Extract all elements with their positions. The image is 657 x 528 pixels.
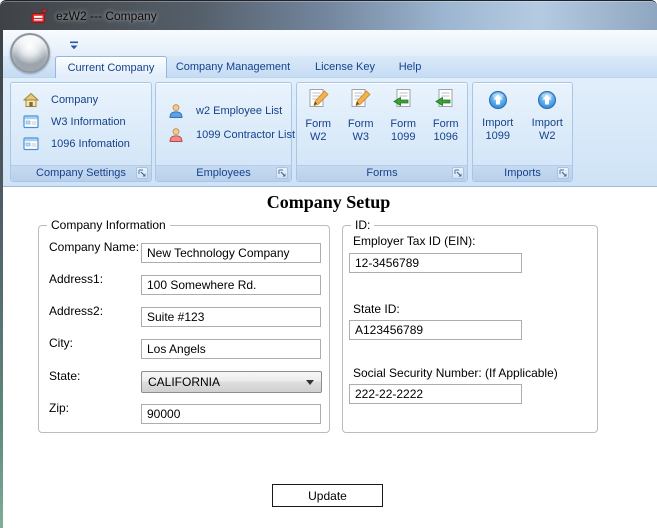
ribbon-button-label: Form 1096 xyxy=(432,118,459,143)
person-red-icon xyxy=(168,127,184,143)
ein-label: Employer Tax ID (EIN): xyxy=(353,234,476,248)
tab-current-company[interactable]: Current Company xyxy=(55,56,167,78)
tab-company-management[interactable]: Company Management xyxy=(172,56,294,78)
ribbon: Current Company Company Management Licen… xyxy=(0,30,657,187)
group-caption-forms: Forms xyxy=(297,165,467,181)
ribbon-button-form-w2[interactable]: Form W2 xyxy=(297,83,340,165)
ribbon-button-import-1099[interactable]: Import 1099 xyxy=(473,83,523,165)
dialog-launcher-icon[interactable] xyxy=(276,167,288,179)
ribbon-item-label: 1099 Contractor List xyxy=(196,129,296,141)
app-window: ezW2 --- Company Current Company Company… xyxy=(0,0,657,528)
group-caption-imports: Imports xyxy=(473,165,572,181)
group-caption-label: Imports xyxy=(504,167,541,179)
state-select[interactable]: CALIFORNIA xyxy=(141,371,322,393)
ssn-input[interactable] xyxy=(349,384,522,404)
ribbon-button-label: Import 1099 xyxy=(482,117,514,142)
city-input[interactable] xyxy=(141,339,321,359)
tab-label: Help xyxy=(398,61,422,73)
group-caption-employees: Employees xyxy=(156,165,291,181)
ribbon-button-form-1099[interactable]: Form 1099 xyxy=(382,83,425,165)
address2-label: Address2: xyxy=(49,304,104,318)
zip-label: Zip: xyxy=(49,401,70,415)
address1-label: Address1: xyxy=(49,272,104,286)
group-company-settings: Company W3 Information 1096 Infomation C… xyxy=(10,82,152,182)
quick-access-dropdown-icon[interactable] xyxy=(68,38,80,50)
group-caption-label: Employees xyxy=(196,167,251,179)
ribbon-button-form-1096[interactable]: Form 1096 xyxy=(425,83,468,165)
ribbon-button-label: Form W3 xyxy=(347,118,374,143)
ribbon-tab-bar: Current Company Company Management Licen… xyxy=(0,56,657,78)
groupbox-legend: ID: xyxy=(351,218,375,232)
application-orb-button[interactable] xyxy=(10,33,50,73)
ribbon-button-label: Import W2 xyxy=(531,117,563,142)
form-edit-icon xyxy=(349,88,372,111)
quick-access-toolbar xyxy=(0,30,657,56)
dialog-launcher-icon[interactable] xyxy=(557,167,569,179)
dialog-launcher-icon[interactable] xyxy=(136,167,148,179)
state-id-input[interactable] xyxy=(349,320,522,340)
app-icon xyxy=(31,8,49,24)
ribbon-button-label: Form 1099 xyxy=(390,118,417,143)
ribbon-item-company[interactable]: Company xyxy=(11,89,151,111)
id-groupbox: ID: Employer Tax ID (EIN): State ID: Soc… xyxy=(342,218,598,433)
window-title: ezW2 --- Company xyxy=(56,9,157,23)
titlebar: ezW2 --- Company xyxy=(0,0,657,30)
person-blue-icon xyxy=(168,103,184,119)
group-employees: w2 Employee List 1099 Contractor List Em… xyxy=(155,82,295,182)
ribbon-item-label: Company xyxy=(51,94,99,106)
import-up-arrow-icon xyxy=(488,90,508,110)
ribbon-item-w2-employee-list[interactable]: w2 Employee List xyxy=(156,99,291,123)
tab-label: Current Company xyxy=(67,62,155,74)
form-edit-icon xyxy=(307,88,330,111)
ribbon-body: Company W3 Information 1096 Infomation C… xyxy=(0,78,657,187)
group-caption-company-settings: Company Settings xyxy=(11,165,151,181)
page-title: Company Setup xyxy=(266,192,391,212)
group-forms: Form W2 Form W3 Form 1099 Form 1096 Form… xyxy=(296,82,468,182)
ssn-label: Social Security Number: (If Applicable) xyxy=(353,366,558,380)
house-icon xyxy=(22,92,40,108)
address1-input[interactable] xyxy=(141,275,321,295)
company-setup-panel: Company Setup Company Information Compan… xyxy=(0,187,657,528)
form-list-icon xyxy=(23,136,39,152)
ribbon-item-1096-infomation[interactable]: 1096 Infomation xyxy=(11,133,151,155)
state-select-value: CALIFORNIA xyxy=(148,375,221,389)
window-left-edge xyxy=(0,30,3,528)
group-caption-label: Forms xyxy=(366,167,398,179)
ribbon-button-import-w2[interactable]: Import W2 xyxy=(523,83,573,165)
ribbon-item-label: w2 Employee List xyxy=(196,105,283,117)
state-label: State: xyxy=(49,369,81,383)
ribbon-item-w3-information[interactable]: W3 Information xyxy=(11,111,151,133)
company-name-label: Company Name: xyxy=(49,240,140,254)
ribbon-item-label: 1096 Infomation xyxy=(51,138,130,150)
tab-help[interactable]: Help xyxy=(390,56,430,78)
chevron-down-icon xyxy=(306,380,314,385)
import-up-arrow-icon xyxy=(537,90,557,110)
tab-label: Company Management xyxy=(175,61,291,73)
form-list-icon xyxy=(23,114,39,130)
dialog-launcher-icon[interactable] xyxy=(452,167,464,179)
company-information-groupbox: Company Information Company Name: Addres… xyxy=(38,218,330,433)
address2-input[interactable] xyxy=(141,307,321,327)
ribbon-item-label: W3 Information xyxy=(51,116,126,128)
ribbon-button-label: Form W2 xyxy=(305,118,332,143)
city-label: City: xyxy=(49,336,73,350)
tab-label: License Key xyxy=(315,61,375,73)
form-arrow-icon xyxy=(392,88,415,111)
ribbon-button-form-w3[interactable]: Form W3 xyxy=(340,83,383,165)
group-imports: Import 1099 Import W2 Imports xyxy=(472,82,573,182)
zip-input[interactable] xyxy=(141,404,321,424)
ribbon-item-1099-contractor-list[interactable]: 1099 Contractor List xyxy=(156,123,295,147)
company-name-input[interactable] xyxy=(141,243,321,263)
tab-license-key[interactable]: License Key xyxy=(308,56,382,78)
form-arrow-icon xyxy=(434,88,457,111)
state-id-label: State ID: xyxy=(353,302,400,316)
group-caption-label: Company Settings xyxy=(36,167,126,179)
update-button[interactable]: Update xyxy=(272,484,383,507)
ein-input[interactable] xyxy=(349,253,522,273)
groupbox-legend: Company Information xyxy=(47,218,170,232)
